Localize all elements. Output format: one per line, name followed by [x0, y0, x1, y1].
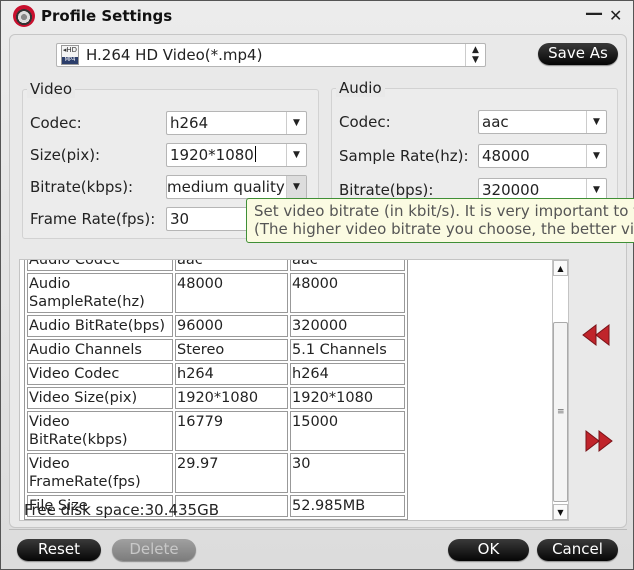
- table-row: Audio Channels Stereo 5.1 Channels: [27, 339, 405, 361]
- tooltip-line-1: Set video bitrate (in kbit/s). It is ver…: [254, 202, 634, 220]
- output-value: 15000: [290, 411, 405, 451]
- scroll-up-arrow-icon[interactable]: ▲: [553, 260, 568, 276]
- source-value: h264: [175, 363, 288, 385]
- format-selected-value: H.264 HD Video(*.mp4): [86, 46, 263, 64]
- output-value: h264: [290, 363, 405, 385]
- row-label: Video Codec: [27, 363, 173, 385]
- table-row: Audio Codec aac aac: [27, 260, 405, 271]
- output-value: 48000: [290, 273, 405, 313]
- tooltip-line-2: (The higher video bitrate you choose, th…: [254, 220, 634, 238]
- table-row: Audio BitRate(bps) 96000 320000: [27, 315, 405, 337]
- source-value: 1920*1080: [175, 387, 288, 409]
- audio-bitrate-value: 320000: [482, 181, 540, 199]
- double-right-arrow-icon: [585, 429, 613, 453]
- video-bitrate-value: medium quality: [167, 178, 285, 196]
- row-label: Audio SampleRate(hz): [27, 273, 173, 313]
- title-bar[interactable]: Profile Settings — ✕: [1, 1, 633, 33]
- double-left-arrow-icon: [582, 323, 610, 347]
- row-label: Video Size(pix): [27, 387, 173, 409]
- table-row: Video FrameRate(fps) 29.97 30: [27, 453, 405, 493]
- audio-group-title: Audio: [336, 79, 385, 97]
- output-value: aac: [290, 260, 405, 271]
- reset-button[interactable]: Reset: [17, 539, 101, 561]
- previous-button[interactable]: [581, 323, 611, 347]
- minimize-button[interactable]: —: [585, 3, 603, 24]
- profile-settings-window: Profile Settings — ✕ ◂HD H.264 HD Video(…: [0, 0, 634, 570]
- audio-samplerate-select[interactable]: 48000 ▼: [478, 144, 607, 168]
- up-down-arrows-icon[interactable]: ▲ ▼: [465, 44, 485, 66]
- ok-button[interactable]: OK: [448, 539, 529, 561]
- cancel-button[interactable]: Cancel: [537, 539, 618, 561]
- row-label: Video FrameRate(fps): [27, 453, 173, 493]
- row-label: Video BitRate(kbps): [27, 411, 173, 451]
- scroll-down-arrow-icon[interactable]: ▼: [553, 504, 568, 520]
- video-bitrate-label: Bitrate(kbps):: [30, 178, 134, 196]
- audio-codec-select[interactable]: aac ▼: [478, 110, 607, 134]
- video-codec-value: h264: [170, 114, 209, 132]
- grip-icon: ≡: [557, 407, 565, 417]
- video-size-value: 1920*1080: [170, 146, 254, 164]
- output-value: 320000: [290, 315, 405, 337]
- bitrate-tooltip: Set video bitrate (in kbit/s). It is ver…: [246, 198, 634, 243]
- video-size-input[interactable]: 1920*1080 ▼: [166, 143, 307, 167]
- audio-codec-label: Codec:: [339, 113, 391, 131]
- delete-button: Delete: [112, 539, 196, 561]
- video-framerate-label: Frame Rate(fps):: [30, 210, 156, 228]
- video-codec-select[interactable]: h264 ▼: [166, 111, 307, 135]
- info-list: Audio Codec aac aac Audio SampleRate(hz) 4800…: [19, 259, 569, 521]
- scroll-thumb[interactable]: ≡: [553, 322, 568, 502]
- chevron-down-icon[interactable]: ▼: [586, 111, 606, 133]
- app-logo-icon: [13, 5, 35, 27]
- chevron-down-icon[interactable]: ▼: [286, 176, 306, 198]
- source-value: Stereo: [175, 339, 288, 361]
- table-row: Video BitRate(kbps) 16779 15000: [27, 411, 405, 451]
- footer-divider: [9, 529, 627, 530]
- row-label: Audio Codec: [27, 260, 173, 271]
- output-value: 52.985MB: [290, 495, 405, 517]
- source-value: 16779: [175, 411, 288, 451]
- table-row: Video Size(pix) 1920*1080 1920*1080: [27, 387, 405, 409]
- output-value: 1920*1080: [290, 387, 405, 409]
- comparison-table: Audio Codec aac aac Audio SampleRate(hz) 4800…: [24, 260, 408, 520]
- table-row: Audio SampleRate(hz) 48000 48000: [27, 273, 405, 313]
- chevron-down-icon[interactable]: ▼: [586, 145, 606, 167]
- row-label: Audio BitRate(bps): [27, 315, 173, 337]
- table-row: Video Codec h264 h264: [27, 363, 405, 385]
- row-label: Audio Channels: [27, 339, 173, 361]
- audio-samplerate-label: Sample Rate(hz):: [339, 147, 469, 165]
- source-value: 29.97: [175, 453, 288, 493]
- output-value: 30: [290, 453, 405, 493]
- chevron-down-icon[interactable]: ▼: [286, 144, 306, 166]
- video-framerate-value: 30: [170, 210, 190, 228]
- format-select[interactable]: ◂HD H.264 HD Video(*.mp4) ▲▼: [56, 43, 486, 67]
- source-value: aac: [175, 260, 288, 271]
- video-bitrate-select[interactable]: medium quality ▼: [166, 175, 307, 199]
- audio-codec-value: aac: [482, 113, 509, 131]
- text-caret: [254, 146, 256, 162]
- output-value: 5.1 Channels: [290, 339, 405, 361]
- audio-bitrate-label: Bitrate(bps):: [339, 181, 434, 199]
- source-value: 96000: [175, 315, 288, 337]
- close-button[interactable]: ✕: [609, 6, 622, 25]
- video-size-label: Size(pix):: [30, 146, 101, 164]
- video-codec-label: Codec:: [30, 114, 82, 132]
- save-as-button[interactable]: Save As: [538, 43, 618, 65]
- chevron-down-icon[interactable]: ▼: [286, 112, 306, 134]
- audio-samplerate-value: 48000: [482, 147, 530, 165]
- video-group-title: Video: [27, 80, 76, 98]
- next-button[interactable]: [584, 429, 614, 453]
- free-disk-space: Free disk space:30.435GB: [24, 501, 220, 519]
- vertical-scrollbar[interactable]: ▲ ≡ ▼: [552, 259, 569, 521]
- hd-mp4-icon: ◂HD: [61, 45, 79, 65]
- window-title: Profile Settings: [41, 7, 173, 25]
- source-value: 48000: [175, 273, 288, 313]
